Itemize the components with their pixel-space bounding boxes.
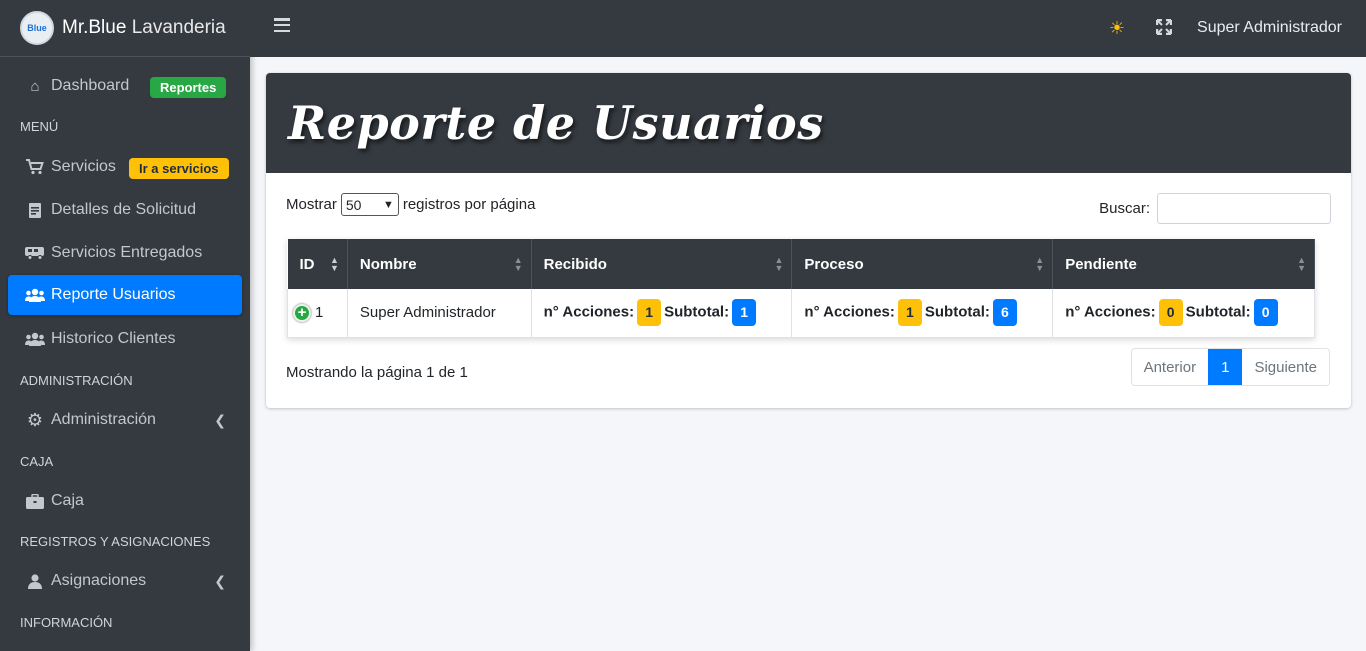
- sidebar-item-caja[interactable]: Caja: [8, 481, 242, 521]
- expand-row-icon[interactable]: +: [293, 303, 311, 322]
- sidebar-item-label: Servicios: [51, 158, 116, 175]
- nav-header-registros: REGISTROS Y ASIGNACIONES: [20, 534, 211, 549]
- users-icon: [23, 332, 47, 346]
- reportes-badge[interactable]: Reportes: [150, 77, 227, 98]
- cart-icon: [23, 159, 47, 175]
- sidebar-item-historico[interactable]: Historico Clientes: [8, 319, 242, 359]
- column-header-id[interactable]: ID ▲ ▼: [287, 239, 348, 289]
- pagination: Anterior 1 Siguiente: [1130, 348, 1330, 386]
- top-navbar: ☀ Super Administrador: [250, 0, 1366, 57]
- nav-header-administracion: ADMINISTRACIÓN: [20, 373, 133, 388]
- pagination-next[interactable]: Siguiente: [1242, 349, 1329, 385]
- user-menu[interactable]: Super Administrador: [1197, 19, 1342, 37]
- chevron-left-icon: ❮: [214, 572, 226, 589]
- cell-nombre: Super Administrador: [346, 289, 532, 338]
- sidebar-item-label: Caja: [51, 492, 84, 509]
- cell-pendiente: n° Acciones: 0 Subtotal: 0: [1052, 289, 1315, 338]
- gear-icon: ⚙: [26, 409, 44, 430]
- users-report-table: ID ▲ ▼ Nombre ▲ ▼ Recibido ▲ ▼ Proceso ▲ ▼ Pendi…: [287, 239, 1315, 338]
- column-header-recibido[interactable]: Recibido ▲ ▼: [531, 239, 793, 289]
- report-card: Reporte de Usuarios Mostrar 50 ▼ registro…: [266, 73, 1351, 408]
- briefcase-icon: [23, 493, 47, 509]
- nav-header-caja: CAJA: [20, 454, 54, 469]
- users-icon: [23, 288, 47, 302]
- length-prefix: Mostrar: [286, 196, 337, 213]
- table-info: Mostrando la página 1 de 1: [286, 364, 468, 381]
- menu-toggle-icon[interactable]: [274, 18, 290, 32]
- fullscreen-icon[interactable]: [1155, 18, 1173, 37]
- subtotal-badge: 0: [1253, 299, 1278, 327]
- search-control: Buscar:: [1099, 193, 1331, 224]
- brand-logo-icon: Blue: [20, 11, 54, 45]
- file-icon: [23, 202, 47, 218]
- sort-icon: ▲ ▼: [1035, 255, 1045, 273]
- acciones-badge: 0: [1158, 299, 1183, 327]
- sort-icon: ▲ ▼: [774, 255, 784, 273]
- page-title: Reporte de Usuarios: [288, 96, 824, 150]
- column-header-pendiente[interactable]: Pendiente ▲ ▼: [1052, 239, 1315, 289]
- chevron-left-icon: ❮: [214, 411, 226, 428]
- cell-recibido: n° Acciones: 1 Subtotal: 1: [530, 289, 793, 338]
- sidebar-item-detalles[interactable]: Detalles de Solicitud: [8, 190, 242, 230]
- page-length-select[interactable]: 50 ▼: [340, 193, 399, 216]
- ir-a-servicios-badge[interactable]: Ir a servicios: [129, 158, 229, 179]
- pagination-previous[interactable]: Anterior: [1131, 349, 1209, 385]
- chevron-down-icon: ▼: [382, 198, 394, 211]
- column-header-nombre[interactable]: Nombre ▲ ▼: [347, 239, 532, 289]
- sidebar-item-asignaciones[interactable]: Asignaciones ❮: [8, 561, 242, 601]
- sun-icon[interactable]: ☀: [1108, 19, 1126, 37]
- nav-header-menu: MENÚ: [20, 119, 59, 134]
- sidebar-item-label: Historico Clientes: [51, 330, 176, 347]
- column-header-proceso[interactable]: Proceso ▲ ▼: [791, 239, 1054, 289]
- subtotal-badge: 6: [992, 299, 1017, 327]
- brand-name: Mr.Blue Lavanderia: [62, 17, 226, 38]
- search-input[interactable]: [1157, 193, 1331, 224]
- user-icon: [23, 573, 47, 589]
- card-header: Reporte de Usuarios: [266, 73, 1351, 173]
- truck-icon: [23, 246, 47, 260]
- sidebar-item-label: Servicios Entregados: [51, 244, 203, 261]
- sidebar-item-reporte-usuarios[interactable]: Reporte Usuarios: [8, 275, 242, 315]
- brand-link[interactable]: Blue Mr.Blue Lavanderia: [0, 0, 250, 57]
- search-label: Buscar:: [1099, 200, 1150, 217]
- page-length-control: Mostrar 50 ▼ registros por página: [286, 193, 535, 216]
- pagination-page-current[interactable]: 1: [1208, 349, 1243, 385]
- sidebar: Blue Mr.Blue Lavanderia ⌂ Dashboard Repo…: [0, 0, 250, 651]
- sidebar-item-label: Reporte Usuarios: [51, 286, 176, 303]
- sort-icon: ▲ ▼: [513, 255, 523, 273]
- length-suffix: registros por página: [402, 196, 536, 213]
- sidebar-item-entregados[interactable]: Servicios Entregados: [8, 233, 242, 273]
- sidebar-item-label: Detalles de Solicitud: [51, 201, 196, 218]
- sidebar-item-administracion[interactable]: ⚙ Administración ❮: [8, 400, 242, 440]
- cell-proceso: n° Acciones: 1 Subtotal: 6: [791, 289, 1054, 338]
- acciones-badge: 1: [637, 299, 662, 327]
- table-row: +1 Super Administrador n° Acciones: 1 Subt…: [287, 289, 1315, 338]
- sort-icon: ▲ ▼: [329, 255, 339, 273]
- nav-header-informacion: INFORMACIÓN: [20, 615, 113, 630]
- subtotal-badge: 1: [732, 299, 757, 327]
- sidebar-item-label: Dashboard: [51, 77, 130, 94]
- cell-id: +1: [287, 289, 348, 338]
- sidebar-item-label: Asignaciones: [51, 572, 147, 589]
- acciones-badge: 1: [897, 299, 922, 327]
- sort-icon: ▲ ▼: [1297, 255, 1306, 273]
- table-header-row: ID ▲ ▼ Nombre ▲ ▼ Recibido ▲ ▼ Proceso ▲ ▼ Pendi…: [287, 239, 1315, 289]
- home-icon: ⌂: [30, 77, 40, 95]
- sidebar-item-label: Administración: [51, 411, 156, 428]
